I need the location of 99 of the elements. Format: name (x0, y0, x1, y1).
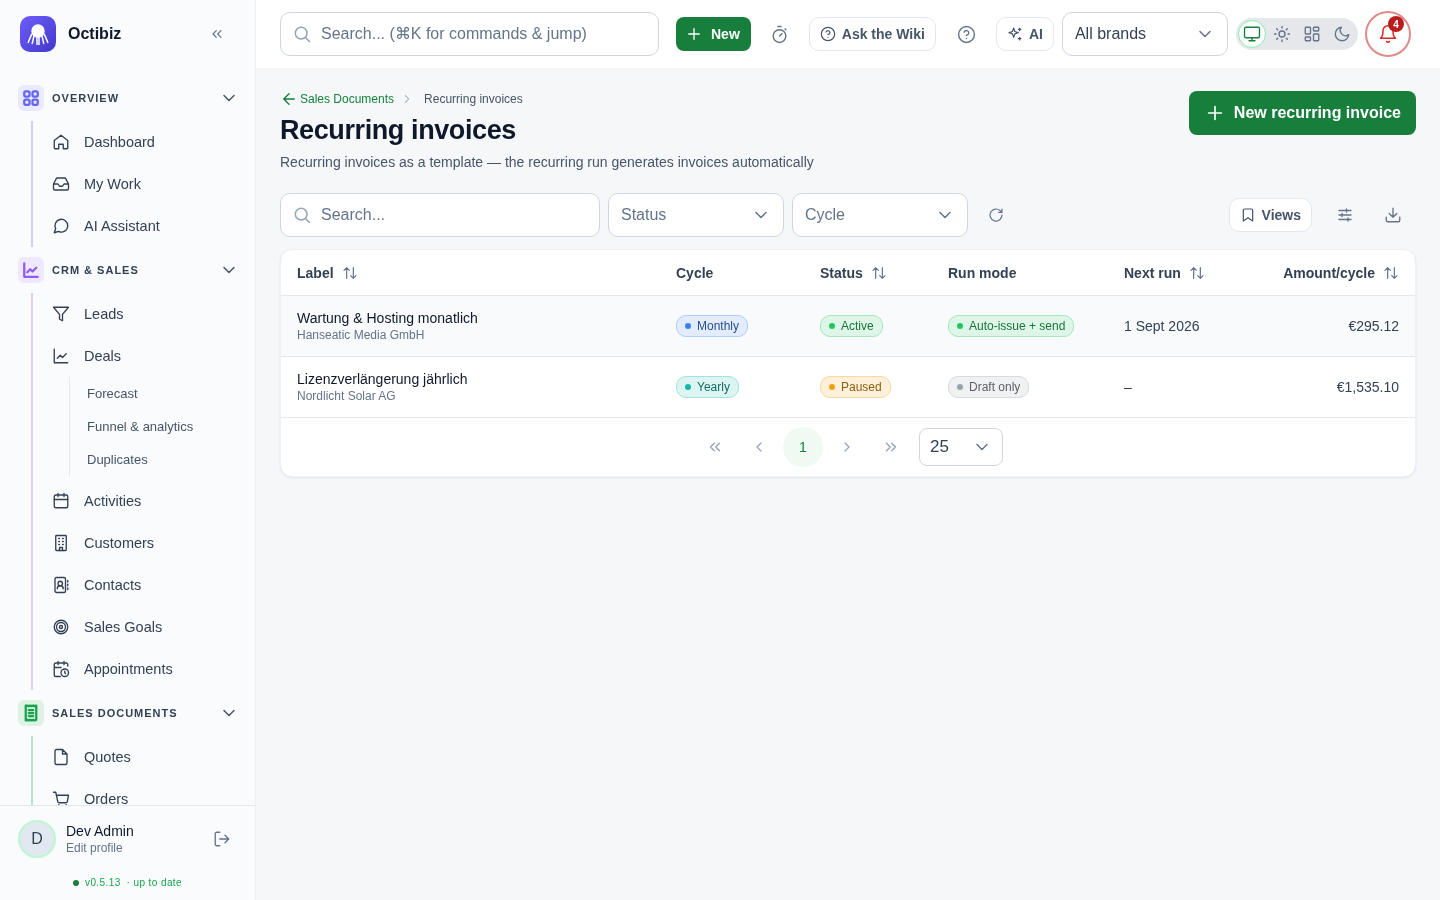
sidebar-item[interactable]: Orders (33, 778, 255, 805)
ask-wiki-button[interactable]: Ask the Wiki (808, 17, 936, 51)
amount: €295.12 (1348, 318, 1399, 334)
column-header: Run mode (948, 264, 1017, 281)
customer-name: Nordlicht Solar AG (297, 389, 396, 403)
page-subtitle: Recurring invoices as a template — the recurring run generates invoices automatically (280, 154, 814, 170)
next-run-date: 1 Sept 2026 (1124, 318, 1200, 334)
notifications-button[interactable]: 4 (1364, 11, 1411, 57)
status-badge: Monthly (676, 315, 749, 337)
sidebar-subitem[interactable]: Duplicates (70, 443, 255, 476)
sidebar-item[interactable]: Quotes (33, 736, 255, 778)
customer-name: Hanseatic Media GmbH (297, 328, 425, 342)
sidebar-item[interactable]: Customers (33, 522, 255, 564)
section-header[interactable]: CRM & SALES (0, 249, 255, 291)
sidebar-subitem[interactable]: Funnel & analytics (70, 410, 255, 443)
sidebar-item[interactable]: Sales Goals (33, 606, 255, 648)
user-name: Dev Admin (66, 823, 135, 839)
breadcrumb-link[interactable]: Sales Documents (280, 90, 395, 108)
sparkles-icon (1006, 26, 1023, 42)
page-title: Recurring invoices (280, 115, 517, 146)
contact-card-icon (52, 576, 70, 594)
status-badge: Auto-issue + send (948, 315, 1075, 337)
update-status: · up to date (126, 877, 182, 888)
filter-dropdown[interactable]: Cycle (792, 193, 968, 237)
logout-icon (213, 830, 231, 848)
amount: €1,535.10 (1336, 379, 1399, 395)
page-button[interactable]: 1 (783, 427, 823, 467)
views-button[interactable]: Views (1228, 198, 1312, 232)
building-icon (52, 534, 70, 552)
refresh-button[interactable] (988, 207, 1004, 223)
theme-option[interactable] (1237, 20, 1266, 48)
help-icon (956, 24, 976, 44)
logout-button[interactable] (213, 830, 231, 848)
search-field[interactable]: Search... (280, 193, 600, 237)
global-search-field[interactable]: Search... (⌘K for commands & jump) (280, 12, 659, 56)
help-icon (819, 26, 836, 42)
status-dot (73, 879, 79, 886)
chart-icon (52, 347, 70, 365)
new-button[interactable]: New (676, 17, 751, 51)
download-button[interactable] (1384, 206, 1402, 224)
section-header[interactable]: SALES DOCUMENTS (0, 692, 255, 734)
sun-icon (1272, 25, 1291, 43)
home-icon (52, 133, 70, 151)
calendar-clock-icon (52, 660, 70, 678)
section-header[interactable]: OVERVIEW (0, 77, 255, 119)
help-button[interactable] (956, 24, 976, 44)
download-icon (1384, 206, 1402, 224)
user-avatar: D (18, 820, 56, 858)
breadcrumb-current: Recurring invoices (424, 92, 523, 106)
status-badge: Active (820, 315, 883, 337)
calendar-icon (52, 492, 70, 510)
filter-dropdown[interactable]: Status (608, 193, 784, 237)
column-header[interactable]: Next run (1124, 264, 1181, 281)
sidebar-subitem[interactable]: Forecast (70, 377, 255, 410)
brand-name: Octibiz (68, 25, 123, 43)
sidebar-item[interactable]: Contacts (33, 564, 255, 606)
sidebar-item[interactable]: My Work (33, 163, 255, 205)
sort-icon (870, 264, 887, 281)
moon-icon (1332, 25, 1351, 43)
column-header[interactable]: Status (820, 264, 863, 281)
page-size-select[interactable]: 25 (919, 428, 1003, 466)
new-recurring-invoice-button[interactable]: New recurring invoice (1188, 91, 1416, 135)
sidebar-item[interactable]: AI Assistant (33, 205, 255, 247)
sort-icon (341, 264, 358, 281)
inbox-icon (52, 175, 70, 193)
cart-icon (52, 790, 70, 805)
status-badge: Paused (820, 376, 891, 398)
invoice-label[interactable]: Wartung & Hosting monatlich (297, 310, 478, 326)
funnel-icon (52, 305, 70, 323)
sidebar-item[interactable]: Appointments (33, 648, 255, 690)
layout-icon (1302, 25, 1321, 43)
next-run-date: – (1124, 379, 1132, 395)
ai-button[interactable]: AI (995, 17, 1054, 51)
column-header: Cycle (676, 264, 714, 281)
document-icon (52, 748, 70, 766)
invoice-label[interactable]: Lizenzverlängerung jährlich (297, 371, 468, 387)
sort-icon (1188, 264, 1205, 281)
sliders-icon (1336, 206, 1354, 224)
status-badge: Draft only (948, 376, 1030, 398)
edit-profile-link[interactable]: Edit profile (66, 841, 203, 855)
plus-icon (685, 25, 703, 43)
column-header[interactable]: Label (297, 264, 334, 281)
version-number: v0.5.13 (85, 877, 121, 888)
refresh-icon (988, 207, 1004, 223)
chat-icon (52, 217, 70, 235)
brand-select[interactable]: All brands (1061, 12, 1228, 56)
sidebar-item[interactable]: Dashboard (33, 121, 255, 163)
logo-icon (20, 16, 56, 52)
sort-icon (1383, 264, 1399, 281)
status-badge: Yearly (676, 376, 739, 398)
sidebar-item[interactable]: Activities (33, 480, 255, 522)
target-icon (52, 618, 70, 636)
back-arrow-icon (280, 90, 298, 108)
sidebar-item[interactable]: Leads (33, 293, 255, 335)
sidebar-item[interactable]: Deals (33, 335, 255, 377)
column-header[interactable]: Amount/cycle (1283, 264, 1375, 281)
column-settings-button[interactable] (1336, 206, 1354, 224)
notification-count: 4 (1387, 16, 1404, 32)
monitor-icon (1242, 25, 1261, 43)
